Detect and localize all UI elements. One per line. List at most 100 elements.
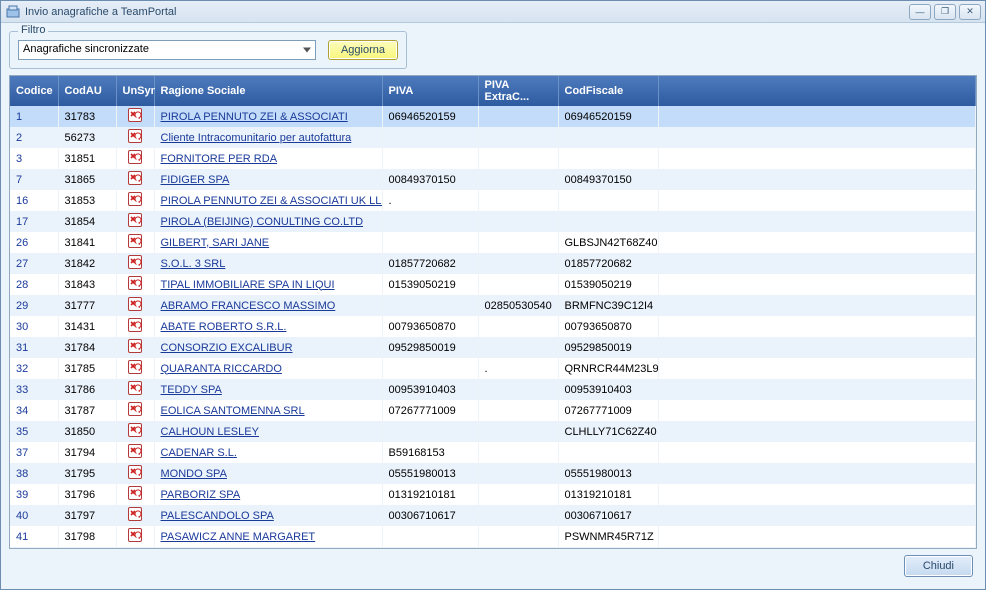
cell-cf: 07267771009 bbox=[558, 400, 658, 421]
ragione-link[interactable]: ABRAMO FRANCESCO MASSIMO bbox=[161, 300, 336, 312]
grid-scroll[interactable]: Codice CodAU UnSync Ragione Sociale PIVA… bbox=[10, 76, 976, 548]
cell-ragione: TEDDY SPA bbox=[154, 379, 382, 400]
unsync-icon[interactable] bbox=[128, 255, 142, 269]
unsync-icon[interactable] bbox=[128, 297, 142, 311]
table-row[interactable]: 3531850CALHOUN LESLEYCLHLLY71C62Z40 bbox=[10, 421, 976, 442]
minimize-button[interactable]: — bbox=[909, 4, 931, 20]
table-row[interactable]: 3131784CONSORZIO EXCALIBUR09529850019095… bbox=[10, 337, 976, 358]
unsync-icon[interactable] bbox=[128, 129, 142, 143]
ragione-link[interactable]: TEDDY SPA bbox=[161, 384, 222, 396]
ragione-link[interactable]: PALESCANDOLO SPA bbox=[161, 510, 274, 522]
header-unsync[interactable]: UnSync bbox=[116, 76, 154, 106]
header-codice[interactable]: Codice bbox=[10, 76, 58, 106]
cell-codau: 31783 bbox=[58, 106, 116, 127]
table-row[interactable]: 331851FORNITORE PER RDA bbox=[10, 148, 976, 169]
unsync-icon[interactable] bbox=[128, 423, 142, 437]
header-piva[interactable]: PIVA bbox=[382, 76, 478, 106]
ragione-link[interactable]: TIPAL IMMOBILIARE SPA IN LIQUI bbox=[161, 279, 335, 291]
ragione-link[interactable]: S.O.L. 3 SRL bbox=[161, 258, 226, 270]
ragione-link[interactable]: CONSORZIO EXCALIBUR bbox=[161, 342, 293, 354]
table-row[interactable]: 2631841GILBERT, SARI JANEGLBSJN42T68Z40 bbox=[10, 232, 976, 253]
ragione-link[interactable]: ABATE ROBERTO S.R.L. bbox=[161, 321, 287, 333]
unsync-icon[interactable] bbox=[128, 276, 142, 290]
cell-cf: 05551980013 bbox=[558, 463, 658, 484]
ragione-link[interactable]: Cliente Intracomunitario per autofattura bbox=[161, 132, 352, 144]
table-row[interactable]: 3331786TEDDY SPA0095391040300953910403 bbox=[10, 379, 976, 400]
filter-dropdown[interactable]: Anagrafiche sincronizzate bbox=[18, 40, 316, 60]
unsync-icon[interactable] bbox=[128, 234, 142, 248]
unsync-icon[interactable] bbox=[128, 528, 142, 542]
unsync-icon[interactable] bbox=[128, 213, 142, 227]
cell-ragione: QUARANTA RICCARDO bbox=[154, 358, 382, 379]
cell-ragione: FIDIGER SPA bbox=[154, 169, 382, 190]
table-row[interactable]: 4131798PASAWICZ ANNE MARGARETPSWNMR45R71… bbox=[10, 526, 976, 547]
cell-ragione: CALHOUN LESLEY bbox=[154, 421, 382, 442]
cell-codau: 31865 bbox=[58, 169, 116, 190]
ragione-link[interactable]: CADENAR S.L. bbox=[161, 447, 237, 459]
table-row[interactable]: 1731854PIROLA (BEIJING) CONULTING CO.LTD bbox=[10, 211, 976, 232]
maximize-button[interactable]: ❐ bbox=[934, 4, 956, 20]
header-pivaex[interactable]: PIVA ExtraC... bbox=[478, 76, 558, 106]
header-cf[interactable]: CodFiscale bbox=[558, 76, 658, 106]
cell-codice: 28 bbox=[10, 274, 58, 295]
cell-blank bbox=[658, 337, 976, 358]
ragione-link[interactable]: PIROLA PENNUTO ZEI & ASSOCIATI UK LLP bbox=[161, 195, 383, 207]
table-row[interactable]: 4031797PALESCANDOLO SPA00306710617003067… bbox=[10, 505, 976, 526]
table-row[interactable]: 131783PIROLA PENNUTO ZEI & ASSOCIATI0694… bbox=[10, 106, 976, 127]
ragione-link[interactable]: GILBERT, SARI JANE bbox=[161, 237, 270, 249]
unsync-icon[interactable] bbox=[128, 339, 142, 353]
refresh-button[interactable]: Aggiorna bbox=[328, 40, 398, 60]
ragione-link[interactable]: FIDIGER SPA bbox=[161, 174, 230, 186]
close-button[interactable]: ✕ bbox=[959, 4, 981, 20]
ragione-link[interactable]: PIROLA PENNUTO ZEI & ASSOCIATI bbox=[161, 111, 348, 123]
unsync-icon[interactable] bbox=[128, 465, 142, 479]
cell-piva: B59168153 bbox=[382, 442, 478, 463]
unsync-icon[interactable] bbox=[128, 171, 142, 185]
cell-blank bbox=[658, 484, 976, 505]
cell-codau: 31787 bbox=[58, 400, 116, 421]
table-row[interactable]: 3931796PARBORIZ SPA013192101810131921018… bbox=[10, 484, 976, 505]
unsync-icon[interactable] bbox=[128, 507, 142, 521]
unsync-icon[interactable] bbox=[128, 360, 142, 374]
unsync-icon[interactable] bbox=[128, 402, 142, 416]
cell-blank bbox=[658, 295, 976, 316]
unsync-icon[interactable] bbox=[128, 318, 142, 332]
cell-pivaex: . bbox=[478, 358, 558, 379]
table-row[interactable]: 2731842S.O.L. 3 SRL018577206820185772068… bbox=[10, 253, 976, 274]
table-row[interactable]: 256273Cliente Intracomunitario per autof… bbox=[10, 127, 976, 148]
cell-cf: 01319210181 bbox=[558, 484, 658, 505]
titlebar[interactable]: Invio anagrafiche a TeamPortal — ❐ ✕ bbox=[1, 1, 985, 23]
ragione-link[interactable]: EOLICA SANTOMENNA SRL bbox=[161, 405, 305, 417]
cell-codau: 31798 bbox=[58, 526, 116, 547]
window-body: Filtro Anagrafiche sincronizzate Aggiorn… bbox=[1, 23, 985, 589]
ragione-link[interactable]: CALHOUN LESLEY bbox=[161, 426, 259, 438]
ragione-link[interactable]: PARBORIZ SPA bbox=[161, 489, 241, 501]
header-codau[interactable]: CodAU bbox=[58, 76, 116, 106]
table-row[interactable]: 3031431ABATE ROBERTO S.R.L.0079365087000… bbox=[10, 316, 976, 337]
table-row[interactable]: 2931777ABRAMO FRANCESCO MASSIMO028505305… bbox=[10, 295, 976, 316]
unsync-icon[interactable] bbox=[128, 486, 142, 500]
close-dialog-button[interactable]: Chiudi bbox=[904, 555, 973, 577]
cell-cf bbox=[558, 442, 658, 463]
ragione-link[interactable]: PIROLA (BEIJING) CONULTING CO.LTD bbox=[161, 216, 364, 228]
unsync-icon[interactable] bbox=[128, 192, 142, 206]
ragione-link[interactable]: FORNITORE PER RDA bbox=[161, 153, 278, 165]
table-row[interactable]: 2831843TIPAL IMMOBILIARE SPA IN LIQUI015… bbox=[10, 274, 976, 295]
ragione-link[interactable]: QUARANTA RICCARDO bbox=[161, 363, 282, 375]
table-row[interactable]: 4231799TAMI SRL0119125032101191250321 bbox=[10, 547, 976, 548]
unsync-icon[interactable] bbox=[128, 108, 142, 122]
table-row[interactable]: 3731794CADENAR S.L.B59168153 bbox=[10, 442, 976, 463]
table-row[interactable]: 1631853PIROLA PENNUTO ZEI & ASSOCIATI UK… bbox=[10, 190, 976, 211]
unsync-icon[interactable] bbox=[128, 150, 142, 164]
header-ragione[interactable]: Ragione Sociale bbox=[154, 76, 382, 106]
cell-ragione: ABATE ROBERTO S.R.L. bbox=[154, 316, 382, 337]
unsync-icon[interactable] bbox=[128, 444, 142, 458]
table-row[interactable]: 3231785QUARANTA RICCARDO.QRNRCR44M23L9 bbox=[10, 358, 976, 379]
table-row[interactable]: 3431787EOLICA SANTOMENNA SRL072677710090… bbox=[10, 400, 976, 421]
table-row[interactable]: 3831795MONDO SPA0555198001305551980013 bbox=[10, 463, 976, 484]
table-row[interactable]: 731865FIDIGER SPA0084937015000849370150 bbox=[10, 169, 976, 190]
ragione-link[interactable]: PASAWICZ ANNE MARGARET bbox=[161, 531, 316, 543]
ragione-link[interactable]: MONDO SPA bbox=[161, 468, 227, 480]
unsync-icon[interactable] bbox=[128, 381, 142, 395]
cell-cf: PSWNMR45R71Z bbox=[558, 526, 658, 547]
